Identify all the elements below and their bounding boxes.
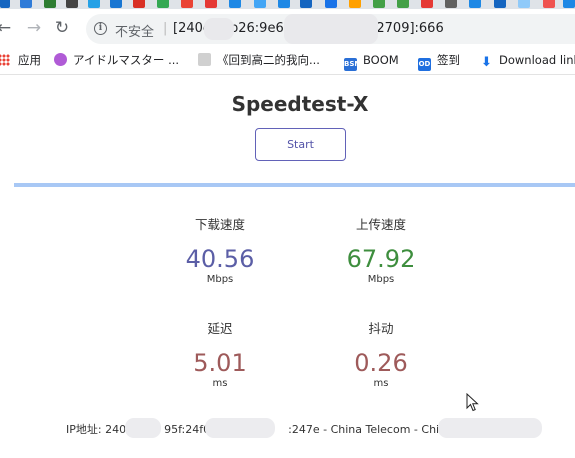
tab-favicon-icon[interactable] (518, 0, 530, 8)
bookmark-label: Download link (499, 53, 575, 67)
upload-unit: Mbps (367, 274, 395, 285)
tab-favicon-icon[interactable] (88, 0, 100, 8)
bookmark-apps[interactable]: 应用 (0, 52, 41, 68)
browser-toolbar: ← → ↻ i 不安全 | [240e b26:9e6 :2709]:666 (0, 9, 575, 47)
reload-button[interactable]: ↻ (53, 18, 71, 38)
tab-favicon-icon[interactable] (0, 0, 10, 8)
tab-favicon-icon[interactable] (397, 0, 409, 8)
download-value: 40.56 (185, 245, 255, 273)
download-unit: Mbps (206, 274, 234, 285)
tab-favicon-icon[interactable] (110, 0, 122, 8)
page-icon (198, 53, 211, 66)
download-label: 下载速度 (194, 217, 245, 232)
tab-favicon-icon[interactable] (133, 0, 145, 8)
bsm-icon: BSM (344, 58, 361, 71)
ping-value: 5.01 (193, 349, 247, 377)
tab-favicon-icon[interactable] (181, 0, 193, 8)
ip-prefix: IP地址: 240 (66, 423, 127, 436)
bookmark-boom[interactable]: BSM BOOM (344, 52, 399, 71)
redacted-region (205, 418, 275, 438)
bookmark-label: アイドルマスター ... (73, 53, 180, 67)
bookmark-checkin[interactable]: OD 签到 (418, 52, 460, 71)
bookmark-label: 《回到高二的我向... (217, 53, 320, 67)
jitter-unit: ms (373, 378, 389, 389)
bookmark-download[interactable]: ⬇ Download link (480, 52, 575, 70)
ip-middle: 95f:24f0 (164, 423, 211, 436)
bookmark-novel[interactable]: 《回到高二的我向... (198, 52, 320, 68)
tab-favicon-icon[interactable] (300, 0, 312, 8)
bookmark-idolmaster[interactable]: アイドルマスター ... (54, 52, 179, 68)
url-text-part[interactable]: b26:9e6 (230, 21, 284, 36)
upload-metric: 上传速度 67.92 Mbps (311, 214, 451, 285)
tab-favicon-icon[interactable] (66, 0, 78, 8)
tab-favicon-icon[interactable] (421, 0, 433, 8)
tab-strip (0, 0, 575, 9)
tab-favicon-icon[interactable] (445, 0, 457, 8)
download-icon: ⬇ (481, 55, 492, 70)
ping-unit: ms (212, 378, 228, 389)
tab-favicon-icon[interactable] (205, 0, 217, 8)
start-button[interactable]: Start (255, 128, 346, 161)
upload-label: 上传速度 (355, 217, 406, 232)
idolmaster-icon (54, 53, 67, 66)
ping-metric: 延迟 5.01 ms (150, 318, 290, 389)
bookmarks-bar: 应用 アイドルマスター ... 《回到高二的我向... BSM BOOM OD 签到… (0, 47, 575, 75)
redacted-region (125, 418, 161, 438)
tab-favicon-icon[interactable] (278, 0, 290, 8)
url-text-part[interactable]: :2709]:666 (372, 21, 444, 36)
page-title: Speedtest-X (231, 92, 369, 116)
tab-favicon-icon[interactable] (563, 0, 575, 8)
apps-grid-icon (0, 54, 10, 66)
tab-favicon-icon[interactable] (325, 0, 337, 8)
tab-favicon-icon[interactable] (543, 0, 555, 8)
back-button[interactable]: ← (0, 18, 12, 38)
info-icon[interactable]: i (94, 22, 107, 35)
download-metric: 下载速度 40.56 Mbps (150, 214, 290, 285)
bookmark-label: 签到 (437, 53, 460, 67)
redacted-region (204, 18, 234, 40)
tab-favicon-icon[interactable] (254, 0, 266, 8)
tab-favicon-icon[interactable] (157, 0, 169, 8)
progress-divider (14, 183, 575, 187)
tab-favicon-icon[interactable] (494, 0, 506, 8)
tab-favicon-icon[interactable] (229, 0, 241, 8)
tab-favicon-icon[interactable] (349, 0, 361, 8)
tab-favicon-icon[interactable] (44, 0, 56, 8)
jitter-label: 抖动 (368, 321, 394, 336)
forward-button[interactable]: → (25, 18, 43, 38)
omnibox-separator: | (163, 21, 168, 36)
jitter-metric: 抖动 0.26 ms (311, 318, 451, 389)
address-bar[interactable]: i 不安全 | [240e b26:9e6 :2709]:666 (86, 14, 575, 44)
ip-suffix: :247e - China Telecom - China (288, 423, 453, 436)
bookmark-label: 应用 (18, 53, 41, 67)
security-status[interactable]: 不安全 (115, 21, 154, 40)
tab-favicon-icon[interactable] (373, 0, 385, 8)
bookmark-label: BOOM (363, 53, 399, 67)
tab-favicon-icon[interactable] (20, 0, 32, 8)
redacted-region (284, 14, 378, 44)
od-icon: OD (418, 58, 431, 71)
mouse-pointer-icon (466, 393, 479, 412)
redacted-region (438, 418, 542, 438)
ping-label: 延迟 (207, 321, 233, 336)
upload-value: 67.92 (346, 245, 416, 273)
jitter-value: 0.26 (354, 349, 408, 377)
tab-favicon-icon[interactable] (469, 0, 481, 8)
